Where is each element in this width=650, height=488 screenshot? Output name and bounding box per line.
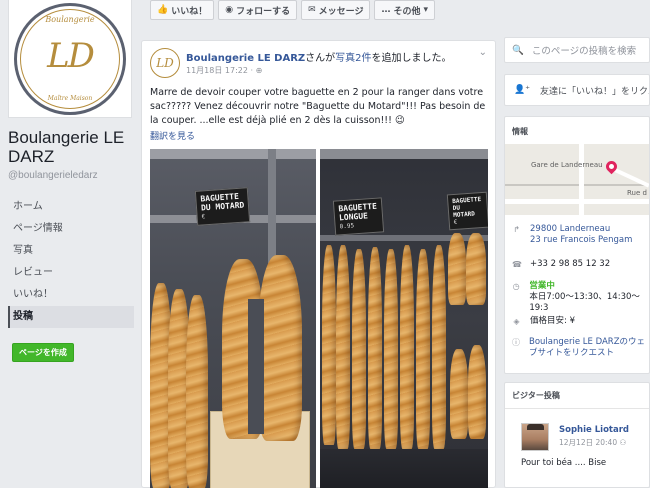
search-placeholder: このページの投稿を検索 <box>531 46 637 57</box>
like-label: いいね！ <box>171 6 208 17</box>
nav-item-about[interactable]: ページ情報 <box>8 218 134 240</box>
question-icon: ⓘ <box>512 338 520 347</box>
baguette-motard-sign-2: BAGUETTE DU MOTARD € <box>446 191 488 231</box>
follow-button[interactable]: ◉ フォローする <box>218 0 298 20</box>
nav-item-likes[interactable]: いいね！ <box>8 284 134 306</box>
page-actions: 👍 いいね！ ◉ フォローする ✉ メッセージ … その他 ▾ <box>150 0 436 20</box>
post-author-link[interactable]: Boulangerie LE DARZ <box>186 53 305 64</box>
post-photo-1[interactable]: BAGUETTE DU MOTARD € <box>150 149 316 488</box>
see-translation-link[interactable]: 翻訳を見る <box>150 129 195 142</box>
like-button[interactable]: 👍 いいね！ <box>150 0 215 20</box>
map-label-station: Gare de Landerneau <box>531 161 603 169</box>
post-author-avatar[interactable]: LD <box>150 48 180 78</box>
visitor-post-time[interactable]: 12月12日 20:40 ⚇ <box>559 437 626 448</box>
visitor-post-text: Pour toi béa .... Bise <box>521 458 607 468</box>
open-status: 営業中 <box>529 281 555 291</box>
search-icon: 🔍 <box>512 44 524 56</box>
post-action-prefix: さんが <box>305 53 336 64</box>
phone-icon: ☎ <box>512 260 522 269</box>
message-button[interactable]: ✉ メッセージ <box>301 0 371 20</box>
follow-label: フォローする <box>236 6 291 17</box>
nav-item-photos[interactable]: 写真 <box>8 240 134 262</box>
ellipsis-icon: … <box>381 5 391 15</box>
post-timestamp[interactable]: 11月18日 17:22 · ⊕ <box>186 65 262 76</box>
post-options-chevron-icon[interactable]: ⌄ <box>479 47 487 58</box>
profile-picture[interactable]: Boulangerie LD Maître Maison <box>8 0 132 118</box>
visitor-name-link[interactable]: Sophie Liotard <box>559 425 629 435</box>
message-label: メッセージ <box>318 6 364 17</box>
request-website-link[interactable]: Boulangerie LE DARZのウェブサイトをリクエスト <box>529 337 646 359</box>
globe-icon: · ⊕ <box>250 66 263 75</box>
baguette-longue-sign: BAGUETTE LONGUE 0.95 <box>332 197 384 236</box>
visitor-time-text: 12月12日 20:40 <box>559 438 618 447</box>
more-button[interactable]: … その他 ▾ <box>374 0 436 20</box>
phone-number: +33 2 98 85 12 32 <box>530 259 611 269</box>
post-body: Marre de devoir couper votre baguette en… <box>150 87 486 126</box>
logo-monogram: LD <box>47 35 95 76</box>
nav-item-posts[interactable]: 投稿 <box>8 306 134 328</box>
hours-row[interactable]: ◷ 営業中 本日7:00～13:30、14:30～19:3 <box>512 281 649 314</box>
thumbs-up-icon: 👍 <box>157 5 169 15</box>
hours-text: 本日7:00～13:30、14:30～19:3 <box>529 292 640 313</box>
price-range: 価格目安: ¥ <box>530 316 575 326</box>
invite-label: 友達に「いいね！」をリクエ <box>539 86 650 97</box>
info-card: 情報 Gare de Landerneau Rue d ↱ 29800 Land… <box>504 116 650 374</box>
nav-item-home[interactable]: ホーム <box>8 196 134 218</box>
caret-down-icon: ▾ <box>423 5 429 15</box>
sign-price: 0.95 <box>339 222 355 231</box>
map-label-road: Rue d <box>627 189 647 197</box>
post-photo-2[interactable]: BAGUETTE LONGUE 0.95 BAGUETTE DU MOTARD … <box>320 149 488 488</box>
logo: Boulangerie LD Maître Maison <box>14 2 126 115</box>
website-row[interactable]: ⓘ Boulangerie LE DARZのウェブサイトをリクエスト <box>512 337 646 359</box>
post-header: Boulangerie LE DARZさんが写真2件を追加しました。 <box>186 49 476 64</box>
divider <box>505 408 649 409</box>
page-handle[interactable]: @boulangerieledarz <box>8 170 98 181</box>
post-photos-link[interactable]: 写真2件 <box>335 53 371 64</box>
more-label: その他 <box>393 6 421 17</box>
baguette-motard-sign: BAGUETTE DU MOTARD € <box>194 187 251 226</box>
clock-icon: ◷ <box>512 282 520 291</box>
page-nav: ホーム ページ情報 写真 レビュー いいね！ 投稿 <box>8 196 134 328</box>
nav-item-reviews[interactable]: レビュー <box>8 262 134 284</box>
message-icon: ✉ <box>308 5 316 15</box>
visitor-avatar[interactable] <box>521 423 549 451</box>
post-search-input[interactable]: 🔍 このページの投稿を検索 <box>504 37 650 63</box>
address-line-1: 29800 Landerneau <box>530 224 611 234</box>
directions-icon: ↱ <box>513 225 520 234</box>
visitor-posts-title: ビジター投稿 <box>512 391 560 400</box>
create-page-button[interactable]: ページを作成 <box>12 343 74 362</box>
right-column: 🔍 このページの投稿を検索 👤⁺ 友達に「いいね！」をリクエ 情報 Gare d… <box>504 0 650 488</box>
post-card: LD Boulangerie LE DARZさんが写真2件を追加しました。 11… <box>141 40 496 488</box>
info-title: 情報 <box>512 127 528 136</box>
page-title[interactable]: Boulangerie LE DARZ <box>8 128 138 166</box>
friends-icon: ⚇ <box>619 438 627 447</box>
price-row: ◈ 価格目安: ¥ <box>512 316 575 327</box>
logo-top-text: Boulangerie <box>45 14 95 24</box>
phone-row[interactable]: ☎ +33 2 98 85 12 32 <box>512 259 610 270</box>
logo-bottom-text: Maître Maison <box>47 94 93 102</box>
invite-friends-button[interactable]: 👤⁺ 友達に「いいね！」をリクエ <box>504 74 650 106</box>
address-row[interactable]: ↱ 29800 Landerneau 23 rue Francois Penga… <box>512 224 632 246</box>
address-line-2: 23 rue Francois Pengam <box>530 235 633 245</box>
visitor-posts-card: ビジター投稿 Sophie Liotard 12月12日 20:40 ⚇ Pou… <box>504 382 650 488</box>
add-friend-icon: 👤⁺ <box>514 85 530 95</box>
left-column: Boulangerie LD Maître Maison Boulangerie… <box>0 0 140 488</box>
post-timestamp-text: 11月18日 17:22 <box>186 66 248 75</box>
rss-icon: ◉ <box>225 5 234 15</box>
post-action-suffix: を追加しました。 <box>371 53 452 64</box>
price-tag-icon: ◈ <box>513 317 520 326</box>
location-map[interactable]: Gare de Landerneau Rue d <box>505 144 649 215</box>
